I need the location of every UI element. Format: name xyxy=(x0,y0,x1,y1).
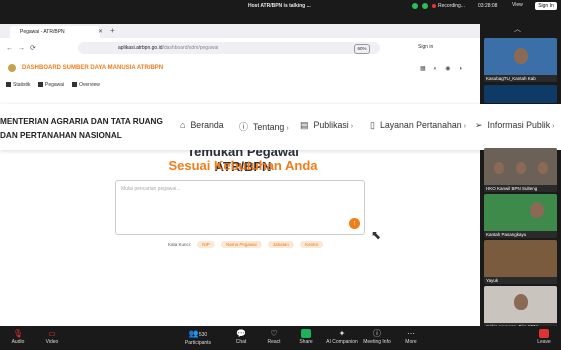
participants-icon: 👥530 xyxy=(188,329,208,338)
nav-publikasi[interactable]: ▤ Publikasi › xyxy=(300,120,353,131)
participants-button[interactable]: 👥530 Participants xyxy=(180,329,216,346)
sign-in-link[interactable]: Sign in xyxy=(418,44,433,50)
close-tab-icon[interactable]: ✕ xyxy=(98,26,103,38)
people-icon xyxy=(38,82,43,88)
browser-window: Pegawai - ATR/BPN ✕ + ←→⟳ aplikasi.atrbp… xyxy=(0,24,480,326)
zoom-level-badge[interactable]: 60% xyxy=(354,44,370,54)
sign-in-button[interactable]: Sign In xyxy=(535,2,557,10)
participant-tile[interactable]: Yayuk xyxy=(484,240,557,284)
chip-nama-pegawai[interactable]: Nama Pegawai xyxy=(221,241,262,248)
chevron-right-icon: › xyxy=(463,123,466,130)
chip-nip[interactable]: NIP xyxy=(197,241,215,248)
keywords-label: Kata Kunci: xyxy=(168,242,192,247)
atrbpn-logo xyxy=(8,64,16,72)
zoom-top-bar: Host ATR/BPN is talking ... Recording...… xyxy=(0,0,561,13)
view-button[interactable]: View xyxy=(512,2,523,8)
participant-tile[interactable]: Kantah Pasangkayu xyxy=(484,194,557,238)
new-tab-icon[interactable]: + xyxy=(110,26,115,35)
audio-button[interactable]: 🎙 Audio xyxy=(0,329,36,345)
home-icon: ⌂ xyxy=(180,120,186,130)
chip-kantor[interactable]: Kantor xyxy=(300,241,324,248)
chat-button[interactable]: 💬 Chat xyxy=(223,329,259,345)
url-bar: ←→⟳ aplikasi.atrbpn.go.id/dashboard/sdm/… xyxy=(0,38,480,59)
sub-nav: Statistik Pegawai Overview xyxy=(0,78,480,92)
talking-indicator: Host ATR/BPN is talking ... xyxy=(248,3,311,9)
nav-layanan-pertanahan[interactable]: ▯ Layanan Pertanahan › xyxy=(370,120,466,131)
mic-muted-icon: 🎙 xyxy=(12,329,24,338)
react-button[interactable]: ♡ React xyxy=(256,329,292,345)
nav-arrows-icon[interactable]: ←→⟳ xyxy=(6,44,41,52)
more-button[interactable]: ⋯ More xyxy=(393,329,429,345)
subnav-pegawai[interactable]: Pegawai xyxy=(38,82,64,88)
ai-companion-button[interactable]: ✦ AI Companion xyxy=(322,329,362,345)
shield-icon[interactable] xyxy=(412,3,418,9)
sparkle-icon: ✦ xyxy=(338,329,346,338)
chevron-right-icon: › xyxy=(286,125,289,132)
subnav-statistik[interactable]: Statistik xyxy=(6,82,31,88)
meeting-timer: 03:28:08 xyxy=(478,3,498,9)
participant-tile[interactable]: Sahia Aryawan_Biro SDM xyxy=(484,286,557,330)
grid-icon xyxy=(72,82,77,88)
record-dot-icon xyxy=(432,3,436,8)
search-submit-button[interactable]: ↑ xyxy=(349,218,360,229)
leave-icon xyxy=(539,329,549,338)
search-placeholder: Mulai pencarian pegawai... xyxy=(121,186,181,192)
recording-indicator[interactable]: Recording... xyxy=(432,3,465,9)
chat-icon: 💬 xyxy=(236,329,246,338)
app-title: DASHBOARD SUMBER DAYA MANUSIA ATR/BPN xyxy=(22,65,164,71)
heart-icon: ♡ xyxy=(270,329,278,338)
meeting-info-button[interactable]: ⓘ Meeting Info xyxy=(359,329,395,345)
tab-pegawai[interactable]: Pegawai - ATR/BPN ✕ xyxy=(10,26,103,38)
org-name-line2: DAN PERTANAHAN NASIONAL xyxy=(0,131,122,140)
info-circle-icon: ⓘ xyxy=(239,122,249,132)
nav-beranda[interactable]: ⌂ Beranda xyxy=(180,120,224,130)
video-off-icon: ▭ xyxy=(48,329,56,338)
app-header: DASHBOARD SUMBER DAYA MANUSIA ATR/BPN ▦◐… xyxy=(0,58,480,79)
participant-tile[interactable] xyxy=(484,85,557,103)
participant-gallery: ︿ KasubagTU_Kantah Kab HKO Kanwil BPN Su… xyxy=(484,26,557,330)
video-button[interactable]: ▭ Video xyxy=(34,329,70,345)
header-tools-icon[interactable]: ▦◐◉◑ xyxy=(420,65,470,72)
keyword-chips: Kata Kunci: NIP Nama Pegawai Jabatan Kan… xyxy=(168,241,324,248)
participant-tile[interactable]: KasubagTU_Kantah Kab xyxy=(484,38,557,82)
leave-button[interactable]: Leave xyxy=(532,329,556,345)
send-icon: ➢ xyxy=(475,120,483,130)
meeting-toolbar: 🎙 Audio ▭ Video 👥530 Participants 💬 Chat ♡ Re… xyxy=(0,326,561,350)
chevron-right-icon: › xyxy=(350,123,354,130)
employee-search-input[interactable]: Mulai pencarian pegawai... ↑ xyxy=(115,180,365,235)
chip-jabatan[interactable]: Jabatan xyxy=(267,241,294,248)
publication-icon: ▤ xyxy=(300,120,309,130)
info-icon: ⓘ xyxy=(373,329,381,338)
bookmark-icon: ▯ xyxy=(370,120,375,130)
participant-tile[interactable]: HKO Kanwil BPN Sulteng xyxy=(484,148,557,192)
site-header: MENTERIAN AGRARIA DAN TATA RUANG DAN PER… xyxy=(0,104,561,150)
share-button[interactable]: Share xyxy=(292,329,320,345)
subnav-overview[interactable]: Overview xyxy=(72,82,100,88)
more-icon: ⋯ xyxy=(407,329,415,338)
nav-tentang[interactable]: ⓘ Tentang › xyxy=(239,120,289,133)
tab-strip: Pegawai - ATR/BPN ✕ + xyxy=(0,24,480,38)
address-field[interactable]: aplikasi.atrbpn.go.id/dashboard/sdm/pega… xyxy=(78,42,380,54)
info-icon[interactable] xyxy=(422,3,428,9)
hero-subtitle: Sesuai Kebutuhan Anda xyxy=(168,158,318,173)
share-screen-icon xyxy=(301,329,311,338)
mouse-cursor-icon: ⬉ xyxy=(371,228,382,242)
chart-icon xyxy=(6,82,11,88)
org-name-line1: MENTERIAN AGRARIA DAN TATA RUANG xyxy=(0,117,163,126)
gallery-up-icon[interactable]: ︿ xyxy=(514,24,521,34)
